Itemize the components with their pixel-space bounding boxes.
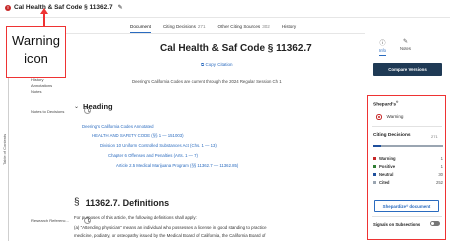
warning-icon-callout: Warning icon [6,26,66,78]
document-tabs: Document Citing Decisions 271 Other Citin… [130,24,296,33]
body-paragraph-3: medicine, podiatry, or osteopathy issued… [74,233,266,238]
citing-decisions-count: 271 [431,134,438,139]
heading-section-toggle[interactable]: ⌄ Heading [74,102,113,111]
warning-swatch [373,157,376,160]
breadcrumb-article[interactable]: Article 2.5 Medical Marijuana Program (§… [116,163,238,168]
copy-citation-link[interactable]: ⧉ Copy Citation [201,62,233,67]
legend-row-neutral[interactable]: Neutral 30 [373,172,443,177]
info-icon: ⓘ [379,41,386,47]
callout-arrow-stem [43,13,45,27]
breadcrumb-division[interactable]: Division 10 Uniform Controlled Substance… [100,143,217,148]
legend-row-warning[interactable]: Warning 1 [373,156,443,161]
shepards-status-label: Warning [386,114,404,120]
citing-decisions-bar [373,145,443,147]
section-title: 11362.7. Definitions [85,197,170,208]
signals-on-subsections-toggle[interactable] [430,221,440,226]
tab-document[interactable]: Document [130,24,151,33]
top-bar: ! Cal Health & Saf Code § 11362.7 ✎ [0,0,450,18]
breadcrumb-title[interactable]: HEALTH AND SAFETY CODE (§§ 1 — 151003) [92,133,184,138]
toc-item-annotations[interactable]: Annotations [31,83,52,89]
shepards-status[interactable]: Warning [376,114,403,120]
tab-citing-decisions[interactable]: Citing Decisions 271 [163,24,206,33]
panel-divider [372,126,442,127]
section-symbol: § [74,197,80,208]
toc-rail[interactable]: Table of Contents [1,125,9,165]
right-panel-tabs: ⓘ Info ✎ Notes [379,38,411,56]
shepards-title: Shepard's® [373,100,399,108]
breadcrumb-chapter[interactable]: Chapter 6 Offenses and Penalties (Arts. … [108,153,198,158]
edit-pencil-icon[interactable]: ✎ [118,4,123,11]
shepardize-document-button[interactable]: Shepardize ® document [374,200,439,212]
tab-info[interactable]: ⓘ Info [379,38,386,56]
panel-divider [372,216,442,217]
callout-line-2: icon [24,51,48,66]
legend-row-positive[interactable]: Positive 1 [373,164,443,169]
toc-vertical-label[interactable]: Table of Contents [2,134,7,165]
toc-item-notes[interactable]: Notes [31,89,41,95]
tabs-divider [20,33,365,34]
citing-bar-segment-neutral [373,145,381,147]
body-paragraph-1: For purposes of this article, the follow… [74,215,197,220]
legend-row-cited[interactable]: Cited 252 [373,180,443,185]
breadcrumb-code[interactable]: Deering's California Codes Annotated [82,124,154,129]
section-heading: § 11362.7. Definitions [74,197,169,208]
tab-other-citing-sources[interactable]: Other Citing Sources 302 [218,24,270,33]
signals-on-subsections-label: Signals on Subsections [373,222,421,227]
shepards-warning-icon[interactable]: ! [5,4,11,11]
warning-signal-icon [376,114,382,120]
callout-line-1: Warning [12,33,60,48]
body-paragraph-2: (a) "Attending physician" means an indiv… [74,225,267,230]
toc-item-research-references[interactable]: Research Referenc... [31,218,69,224]
notes-icon: ✎ [402,39,408,45]
copy-citation-icon: ⧉ [201,62,205,67]
tab-history[interactable]: History [282,24,296,33]
currency-statement: Deering's California Codes are current t… [132,79,282,84]
tab-notes[interactable]: ✎ Notes [400,38,411,56]
cited-swatch [373,181,376,184]
neutral-swatch [373,173,376,176]
page-title: Cal Health & Saf Code § 11362.7 [160,43,312,54]
document-header: ! Cal Health & Saf Code § 11362.7 ✎ [5,4,123,11]
positive-swatch [373,165,376,168]
heading-label: Heading [83,102,113,111]
toc-item-notes-to-decisions[interactable]: Notes to Decisions [31,109,64,115]
citing-bar-segment-cited [380,145,443,147]
chevron-down-icon: ⌄ [74,104,80,110]
citing-decisions-label[interactable]: Citing Decisions [373,133,411,138]
document-header-title: Cal Health & Saf Code § 11362.7 [14,4,113,11]
compare-versions-button[interactable]: Compare Versions [373,63,442,76]
